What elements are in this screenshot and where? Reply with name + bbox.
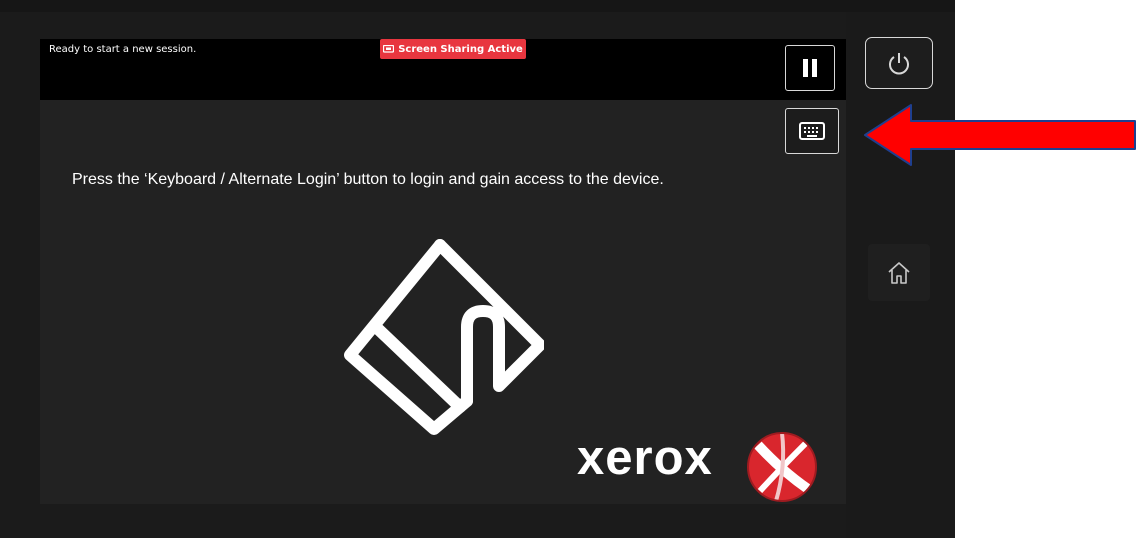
pause-icon <box>803 59 817 77</box>
card-reader-icon <box>344 239 544 435</box>
login-instruction: Press the ‘Keyboard / Alternate Login’ b… <box>72 171 664 188</box>
screen-share-icon <box>383 44 395 53</box>
status-bar: Ready to start a new session. Screen Sha… <box>40 39 846 100</box>
screen-sharing-badge: Screen Sharing Active <box>380 39 526 59</box>
touch-screen: Ready to start a new session. Screen Sha… <box>40 39 846 504</box>
pause-button[interactable] <box>785 45 835 91</box>
xerox-logo-icon <box>747 432 817 502</box>
home-icon <box>888 261 910 284</box>
power-icon <box>889 53 909 75</box>
annotation-arrow <box>864 104 1136 166</box>
screen-sharing-label: Screen Sharing Active <box>398 43 523 55</box>
device-panel: Ready to start a new session. Screen Sha… <box>0 0 955 538</box>
keyboard-alternate-login-button[interactable] <box>785 108 839 154</box>
keyboard-icon <box>799 122 825 140</box>
device-frame <box>0 0 955 12</box>
home-button[interactable] <box>868 244 930 301</box>
power-button[interactable] <box>865 37 933 89</box>
xerox-wordmark: xerox <box>577 431 713 485</box>
status-message: Ready to start a new session. <box>49 44 197 55</box>
